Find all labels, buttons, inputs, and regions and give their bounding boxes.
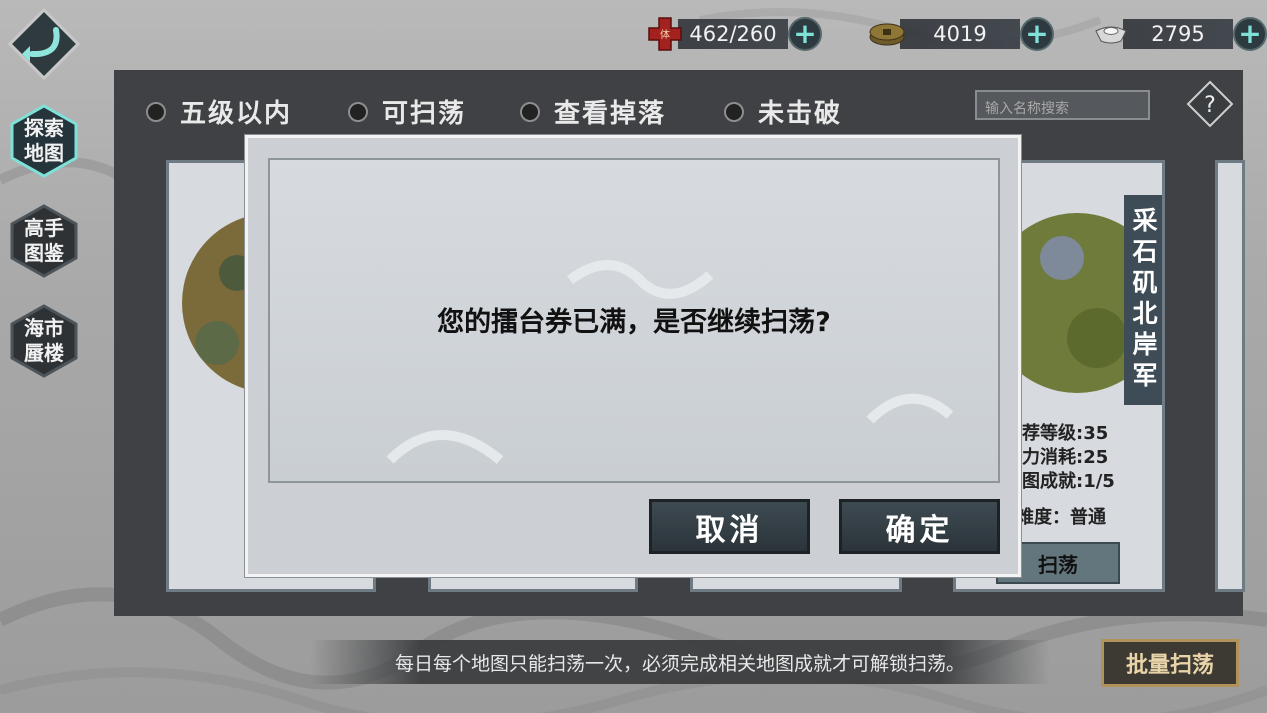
stamina-badge-text: 体 xyxy=(660,29,670,41)
silver-resource: 2795 + xyxy=(1093,17,1267,51)
radio-icon xyxy=(724,101,744,122)
filter-view-drops[interactable]: 查看掉落 xyxy=(520,93,666,130)
side-menu-label: 高手 xyxy=(24,216,64,240)
filter-label: 未击破 xyxy=(758,99,843,129)
add-stamina-button[interactable]: + xyxy=(788,17,822,51)
help-button[interactable]: ? xyxy=(1186,80,1234,128)
map-card-stats: 荐等级:35 力消耗:25 图成就:1/5 难度：普通 xyxy=(1016,422,1115,530)
filter-label: 查看掉落 xyxy=(554,99,667,129)
side-menu-label: 探索 xyxy=(24,116,64,140)
back-button[interactable] xyxy=(8,8,80,80)
search-input[interactable]: 输入名称搜索 xyxy=(975,90,1150,120)
map-card-title: 采石矶北岸军 xyxy=(1124,195,1162,405)
side-menu-mirage[interactable]: 海市 蜃楼 xyxy=(10,304,78,378)
side-menu-explore-map[interactable]: 探索 地图 xyxy=(10,104,78,178)
radio-icon xyxy=(520,101,540,122)
add-coins-button[interactable]: + xyxy=(1020,17,1054,51)
sweep-tip: 每日每个地图只能扫荡一次，必须完成相关地图成就才可解锁扫荡。 xyxy=(310,640,1050,684)
add-silver-button[interactable]: + xyxy=(1233,17,1267,51)
filter-label: 可扫荡 xyxy=(382,99,467,129)
side-menu-label: 图鉴 xyxy=(24,241,64,265)
filter-not-defeated[interactable]: 未击破 xyxy=(724,93,842,130)
side-menu-label: 地图 xyxy=(24,141,64,165)
cancel-button[interactable]: 取消 xyxy=(649,499,810,554)
silver-value: 2795 xyxy=(1123,19,1233,49)
batch-sweep-button[interactable]: 批量扫荡 xyxy=(1101,639,1239,687)
confirm-button[interactable]: 确定 xyxy=(839,499,1000,554)
filter-label: 五级以内 xyxy=(180,99,293,129)
map-card[interactable] xyxy=(1215,160,1245,592)
side-menu-masters-atlas[interactable]: 高手 图鉴 xyxy=(10,204,78,278)
map-thumbnail xyxy=(1022,213,1132,393)
map-achievement: 图成就:1/5 xyxy=(1022,471,1115,492)
dialog-message: 您的擂台券已满，是否继续扫荡? xyxy=(437,307,831,338)
filter-sweepable[interactable]: 可扫荡 xyxy=(348,93,466,130)
stamina-cross-icon: 体 xyxy=(648,17,682,51)
coin-icon xyxy=(869,23,905,46)
stamina-value: 462/260 xyxy=(678,19,788,49)
stamina-resource: 体 462/260 + xyxy=(648,17,822,51)
radio-icon xyxy=(348,101,368,122)
filter-within-five-levels[interactable]: 五级以内 xyxy=(146,93,292,130)
side-menu-label: 蜃楼 xyxy=(24,341,64,365)
radio-icon xyxy=(146,101,166,122)
side-menu-label: 海市 xyxy=(24,316,64,340)
coins-resource: 4019 + xyxy=(868,17,1054,51)
help-text: ? xyxy=(1204,93,1216,118)
silver-ingot-icon xyxy=(1095,26,1127,44)
recommended-level: 荐等级:35 xyxy=(1022,423,1109,444)
stamina-cost: 力消耗:25 xyxy=(1022,447,1109,468)
coins-value: 4019 xyxy=(900,19,1020,49)
difficulty: 难度：普通 xyxy=(1016,507,1106,528)
